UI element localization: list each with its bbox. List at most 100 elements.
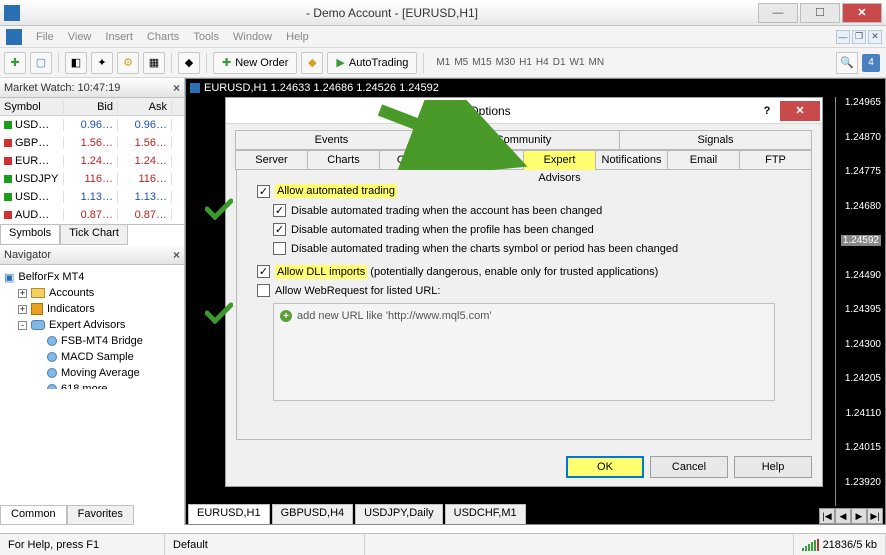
- checkbox-allow-automated-trading[interactable]: ✓: [257, 185, 270, 198]
- help-button[interactable]: Help: [734, 456, 812, 478]
- alerts-badge[interactable]: 4: [862, 54, 880, 72]
- tab-expert-advisors[interactable]: Expert Advisors: [523, 150, 596, 170]
- autotrading-button[interactable]: ▶AutoTrading: [327, 52, 417, 74]
- menu-file[interactable]: File: [36, 31, 54, 43]
- menu-help[interactable]: Help: [286, 31, 309, 43]
- chart-scroll-left-button[interactable]: ◀: [835, 508, 851, 524]
- tab-favorites[interactable]: Favorites: [67, 505, 134, 525]
- market-watch-button[interactable]: ◧: [65, 52, 87, 74]
- menu-insert[interactable]: Insert: [105, 31, 133, 43]
- cancel-button[interactable]: Cancel: [650, 456, 728, 478]
- tree-root[interactable]: ▣ BelforFx MT4: [4, 269, 180, 285]
- tf-h1[interactable]: H1: [519, 57, 532, 68]
- tf-mn[interactable]: MN: [589, 57, 605, 68]
- chart-scroll-first-button[interactable]: |◀: [819, 508, 835, 524]
- tf-m5[interactable]: M5: [454, 57, 468, 68]
- ok-button[interactable]: OK: [566, 456, 644, 478]
- tab-ftp[interactable]: FTP: [739, 150, 812, 170]
- checkbox-disable-account-change[interactable]: ✓: [273, 204, 286, 217]
- market-watch-row[interactable]: GBP…1.56…1.56…: [0, 134, 184, 152]
- price-label: 1.24490: [845, 270, 881, 281]
- tree-item[interactable]: MACD Sample: [4, 349, 180, 365]
- navigator-button[interactable]: ✦: [91, 52, 113, 74]
- new-chart-button[interactable]: ✚: [4, 52, 26, 74]
- checkbox-disable-symbol-change[interactable]: [273, 242, 286, 255]
- tree-item[interactable]: +Accounts: [4, 285, 180, 301]
- chart-tab[interactable]: GBPUSD,H4: [272, 504, 354, 524]
- status-bar: For Help, press F1 Default 21836/5 kb: [0, 533, 886, 555]
- timeframe-group: M1 M5 M15 M30 H1 H4 D1 W1 MN: [436, 57, 604, 68]
- tree-item[interactable]: +Indicators: [4, 301, 180, 317]
- tf-d1[interactable]: D1: [553, 57, 566, 68]
- menu-tools[interactable]: Tools: [193, 31, 219, 43]
- tf-m15[interactable]: M15: [472, 57, 491, 68]
- tree-item[interactable]: -Expert Advisors: [4, 317, 180, 333]
- price-axis: 1.249651.248701.247751.246801.245921.244…: [835, 97, 885, 506]
- tab-email[interactable]: Email: [667, 150, 740, 170]
- metaeditor-button[interactable]: ◆: [301, 52, 323, 74]
- mw-col-bid[interactable]: Bid: [64, 101, 118, 113]
- price-label: 1.24870: [845, 132, 881, 143]
- market-watch-row[interactable]: USD…0.96…0.96…: [0, 116, 184, 134]
- price-label: 1.24300: [845, 339, 881, 350]
- market-watch-close-icon[interactable]: ×: [173, 81, 180, 95]
- tree-item[interactable]: FSB-MT4 Bridge: [4, 333, 180, 349]
- chart-tab[interactable]: EURUSD,H1: [188, 504, 270, 524]
- tf-h4[interactable]: H4: [536, 57, 549, 68]
- market-watch-row[interactable]: AUD…0.87…0.87…: [0, 206, 184, 224]
- checkbox-disable-profile-change[interactable]: ✓: [273, 223, 286, 236]
- tab-server[interactable]: Server: [235, 150, 308, 170]
- tab-notifications[interactable]: Notifications: [595, 150, 668, 170]
- dialog-close-button[interactable]: ✕: [780, 101, 820, 121]
- tree-item[interactable]: 618 more...: [4, 381, 180, 389]
- profiles-button[interactable]: ▢: [30, 52, 52, 74]
- close-button[interactable]: ✕: [842, 3, 882, 23]
- add-url-icon[interactable]: +: [280, 310, 292, 322]
- navigator-close-icon[interactable]: ×: [173, 248, 180, 262]
- price-label: 1.24015: [845, 442, 881, 453]
- status-profile[interactable]: Default: [165, 534, 365, 555]
- market-watch-row[interactable]: EUR…1.24…1.24…: [0, 152, 184, 170]
- tf-m1[interactable]: M1: [436, 57, 450, 68]
- maximize-button[interactable]: ☐: [800, 3, 840, 23]
- data-window-button[interactable]: ⚙: [117, 52, 139, 74]
- price-label: 1.24110: [846, 408, 881, 419]
- checkbox-allow-webrequest[interactable]: [257, 284, 270, 297]
- chart-tab[interactable]: USDCHF,M1: [445, 504, 526, 524]
- tf-m30[interactable]: M30: [496, 57, 515, 68]
- tab-signals[interactable]: Signals: [619, 130, 812, 150]
- checkbox-allow-dll[interactable]: ✓: [257, 265, 270, 278]
- chart-scroll-last-button[interactable]: ▶|: [867, 508, 883, 524]
- tree-item[interactable]: Moving Average: [4, 365, 180, 381]
- menu-window[interactable]: Window: [233, 31, 272, 43]
- mw-col-symbol[interactable]: Symbol: [0, 101, 64, 113]
- strategy-tester-button[interactable]: ◆: [178, 52, 200, 74]
- mdi-restore-button[interactable]: ❐: [852, 30, 866, 44]
- tab-common[interactable]: Common: [0, 505, 67, 525]
- mw-col-ask[interactable]: Ask: [118, 101, 172, 113]
- new-order-button[interactable]: ✚New Order: [213, 52, 297, 74]
- tab-symbols[interactable]: Symbols: [0, 225, 60, 245]
- mdi-minimize-button[interactable]: —: [836, 30, 850, 44]
- menu-charts[interactable]: Charts: [147, 31, 179, 43]
- dialog-help-icon[interactable]: ?: [754, 105, 780, 117]
- chart-tab[interactable]: USDJPY,Daily: [355, 504, 443, 524]
- terminal-button[interactable]: ▦: [143, 52, 165, 74]
- chart-scroll-right-button[interactable]: ▶: [851, 508, 867, 524]
- minimize-button[interactable]: —: [758, 3, 798, 23]
- label-disable-profile-change: Disable automated trading when the profi…: [291, 224, 594, 236]
- url-placeholder: add new URL like 'http://www.mql5.com': [297, 310, 492, 322]
- tf-w1[interactable]: W1: [570, 57, 585, 68]
- status-connection[interactable]: 21836/5 kb: [794, 534, 886, 555]
- price-label: 1.23920: [845, 477, 881, 488]
- tab-tick-chart[interactable]: Tick Chart: [60, 225, 128, 245]
- url-list-box[interactable]: + add new URL like 'http://www.mql5.com': [273, 303, 775, 401]
- navigator-title: Navigator: [4, 249, 51, 261]
- mdi-close-button[interactable]: ✕: [868, 30, 882, 44]
- navigator-header: Navigator ×: [0, 245, 184, 265]
- market-watch-row[interactable]: USD…1.13…1.13…: [0, 188, 184, 206]
- market-watch-header: Market Watch: 10:47:19 ×: [0, 78, 184, 98]
- search-icon[interactable]: 🔍: [836, 52, 858, 74]
- menu-view[interactable]: View: [68, 31, 92, 43]
- market-watch-row[interactable]: USDJPY116…116…: [0, 170, 184, 188]
